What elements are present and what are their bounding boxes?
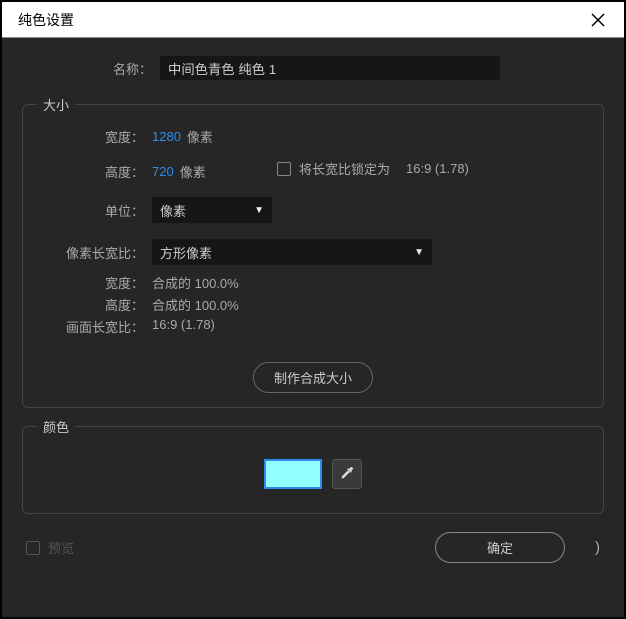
make-comp-size-button[interactable]: 制作合成大小 [253, 362, 373, 393]
par-select[interactable]: 方形像素 ▼ [152, 239, 432, 265]
par-label: 像素长宽比： [37, 243, 152, 262]
name-input[interactable] [160, 56, 500, 80]
size-group-title: 大小 [37, 95, 75, 114]
close-paren-text: ) [595, 539, 600, 556]
info-width-label: 宽度： [37, 273, 152, 292]
frame-aspect-label: 画面长宽比： [37, 317, 152, 336]
name-row: 名称： [22, 56, 604, 80]
lock-aspect-label: 将长宽比锁定为 [299, 159, 390, 178]
ok-button[interactable]: 确定 [435, 532, 565, 563]
frame-aspect-value: 16:9 (1.78) [152, 317, 215, 336]
title-bar: 纯色设置 [2, 2, 624, 38]
checkbox-icon [277, 162, 291, 176]
unit-label: 单位： [37, 201, 152, 220]
chevron-down-icon: ▼ [254, 205, 264, 216]
height-unit: 像素 [180, 162, 206, 181]
color-group-title: 颜色 [37, 417, 75, 436]
info-height-label: 高度： [37, 295, 152, 314]
width-label: 宽度： [37, 127, 152, 146]
unit-select-value: 像素 [160, 201, 186, 220]
preview-checkbox[interactable]: 预览 [26, 538, 74, 557]
size-group: 大小 宽度： 1280 像素 高度： 720 像素 单位： [22, 104, 604, 408]
eyedropper-icon [339, 465, 355, 484]
lock-aspect-checkbox[interactable]: 将长宽比锁定为 16:9 (1.78) [277, 159, 469, 178]
dialog-content: 名称： 大小 宽度： 1280 像素 高度： 720 像素 [2, 38, 624, 581]
eyedropper-button[interactable] [332, 459, 362, 489]
dialog-title: 纯色设置 [18, 10, 74, 30]
preview-label: 预览 [48, 538, 74, 557]
width-unit: 像素 [187, 127, 213, 146]
width-value[interactable]: 1280 [152, 129, 181, 144]
height-value[interactable]: 720 [152, 164, 174, 179]
lock-aspect-ratio: 16:9 (1.78) [406, 161, 469, 176]
close-icon[interactable] [588, 10, 608, 30]
par-select-value: 方形像素 [160, 243, 212, 262]
solid-settings-dialog: 纯色设置 名称： 大小 宽度： 1280 像素 高度： 72 [0, 0, 626, 619]
unit-select[interactable]: 像素 ▼ [152, 197, 272, 223]
height-label: 高度： [37, 162, 152, 181]
info-height-value: 合成的 100.0% [152, 295, 239, 314]
color-group: 颜色 [22, 426, 604, 514]
chevron-down-icon: ▼ [414, 247, 424, 258]
color-swatch[interactable] [264, 459, 322, 489]
checkbox-icon [26, 541, 40, 555]
info-width-value: 合成的 100.0% [152, 273, 239, 292]
name-label: 名称： [22, 59, 160, 78]
